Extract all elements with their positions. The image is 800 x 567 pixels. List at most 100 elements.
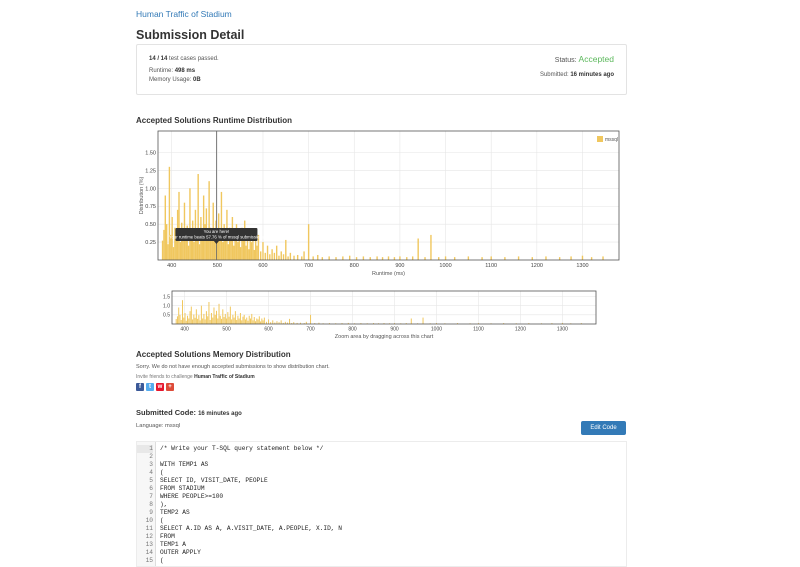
runtime-distribution-chart[interactable]: 0.25 0.50 0.75 1.00 1.25 1.50 400 500 600 700 800… [136, 127, 626, 282]
distribution-bar [258, 316, 260, 324]
distribution-bar [250, 318, 252, 324]
problem-link[interactable]: Human Traffic of Stadium [136, 9, 232, 19]
code-line[interactable]: 2 [137, 453, 626, 461]
code-line[interactable]: 11 SELECT A.ID AS A, A.VISIT_DATE, A.PEOP… [137, 525, 626, 533]
distribution-bar [259, 251, 262, 260]
distribution-bar [192, 319, 194, 324]
distribution-bar [280, 320, 282, 324]
code-line[interactable]: 8), [137, 501, 626, 509]
test-cases-text: 14 / 14 test cases passed. [149, 56, 219, 62]
distribution-bar [558, 257, 561, 260]
distribution-bar [232, 314, 234, 324]
y-tick-label: 0.25 [145, 240, 156, 246]
google-plus-share-icon[interactable]: + [166, 383, 174, 391]
distribution-bar [161, 240, 164, 260]
facebook-share-icon[interactable]: f [136, 383, 144, 391]
code-line[interactable]: 12 FROM [137, 533, 626, 541]
legend-swatch [597, 136, 603, 142]
distribution-bar [210, 313, 212, 324]
distribution-bar [242, 238, 245, 260]
code-line[interactable]: 3 WITH TEMP1 AS [137, 461, 626, 469]
line-number: 14 [145, 549, 153, 556]
x-tick-label: 1200 [531, 263, 543, 269]
code-editor[interactable]: 1 /* Write your T-SQL query statement bel… [136, 441, 627, 567]
distribution-bar [257, 319, 259, 324]
distribution-bar [222, 242, 224, 260]
line-number: 10 [145, 517, 153, 524]
distribution-bar [198, 244, 201, 260]
code-line[interactable]: 7 WHERE PEOPLE>=100 [137, 493, 626, 501]
distribution-bar [255, 321, 257, 324]
code-line[interactable]: 15 ( [137, 557, 626, 565]
distribution-bar [167, 244, 169, 260]
submitted-text: Submitted: 16 minutes ago [539, 72, 614, 78]
distribution-bar [207, 238, 209, 260]
distribution-bar [230, 238, 232, 260]
code-line[interactable]: 4( [137, 469, 626, 477]
line-number: 9 [149, 509, 153, 516]
zoom-navigator-chart[interactable]: 0.5 1.0 1.5 400 500 600 700 800 900 1000 1100 1200… [136, 287, 626, 344]
distribution-bar [481, 257, 483, 260]
code-text: ( [160, 469, 164, 476]
code-line[interactable]: 5 SELECT ID, VISIT_DATE, PEOPLE [137, 477, 626, 485]
distribution-bar [175, 238, 177, 260]
distribution-bar [246, 317, 248, 324]
legend-label: mssql [605, 137, 618, 143]
code-line[interactable]: 9 TEMP2 AS [137, 509, 626, 517]
twitter-share-icon[interactable]: t [146, 383, 154, 391]
x-axis-label: Runtime (ms) [372, 271, 405, 277]
x-tick-label: 500 [222, 327, 231, 333]
edit-code-button[interactable]: Edit Code [581, 421, 626, 435]
distribution-bar [204, 319, 206, 324]
distribution-bar [174, 227, 176, 260]
distribution-bar [328, 256, 330, 260]
distribution-bar [237, 315, 239, 324]
code-line[interactable]: 10 ( [137, 517, 626, 525]
line-number: 15 [145, 557, 153, 564]
distribution-bar [287, 256, 289, 260]
distribution-bar [293, 255, 295, 260]
y-axis-label: Distribution (%) [139, 177, 145, 215]
memory-message: Sorry. We do not have enough accepted su… [136, 364, 330, 370]
distribution-bar [422, 317, 424, 324]
distribution-bar [269, 254, 271, 260]
code-line[interactable]: 14 OUTER APPLY [137, 549, 626, 557]
distribution-bar [245, 245, 247, 260]
runtime-distribution-title: Accepted Solutions Runtime Distribution [136, 116, 293, 125]
code-text: /* Write your T-SQL query statement belo… [160, 445, 324, 452]
distribution-bar [289, 252, 292, 260]
code-line[interactable]: 1 /* Write your T-SQL query statement bel… [137, 445, 626, 453]
distribution-bar [393, 257, 396, 260]
distribution-bar [278, 255, 280, 260]
distribution-bar [238, 318, 240, 324]
distribution-bar [252, 320, 254, 324]
code-text: WITH TEMP1 AS [160, 461, 209, 468]
code-text: TEMP1 A [160, 541, 186, 548]
distribution-bar [211, 239, 213, 260]
tooltip-title: You are here! [204, 229, 230, 234]
line-number: 5 [149, 477, 153, 484]
distribution-bar [187, 315, 189, 324]
distribution-bar [202, 195, 205, 260]
code-line[interactable]: 6 FROM STADIUM [137, 485, 626, 493]
y-tick-label: 1.5 [163, 294, 170, 300]
x-tick-label: 1000 [439, 263, 451, 269]
distribution-bar [253, 317, 255, 324]
distribution-bar [190, 238, 193, 260]
code-text: SELECT A.ID AS A, A.VISIT_DATE, A.PEOPLE… [160, 525, 342, 532]
distribution-bar [349, 255, 351, 260]
distribution-bar [303, 251, 305, 260]
distribution-bar [312, 256, 314, 260]
distribution-bar [241, 320, 243, 324]
chart-legend[interactable]: mssql [597, 136, 618, 143]
weibo-share-icon[interactable]: w [156, 383, 164, 391]
distribution-bar [438, 257, 440, 260]
distribution-bar [194, 317, 196, 324]
submission-detail-panel: 14 / 14 test cases passed. Runtime: 498 … [136, 44, 627, 95]
code-line[interactable]: 13 TEMP1 A [137, 541, 626, 549]
distribution-bar [406, 257, 408, 260]
x-tick-label: 700 [304, 263, 313, 269]
line-number: 8 [149, 501, 153, 508]
distribution-bar [321, 257, 324, 260]
language-text: Language: mssql [136, 423, 181, 429]
